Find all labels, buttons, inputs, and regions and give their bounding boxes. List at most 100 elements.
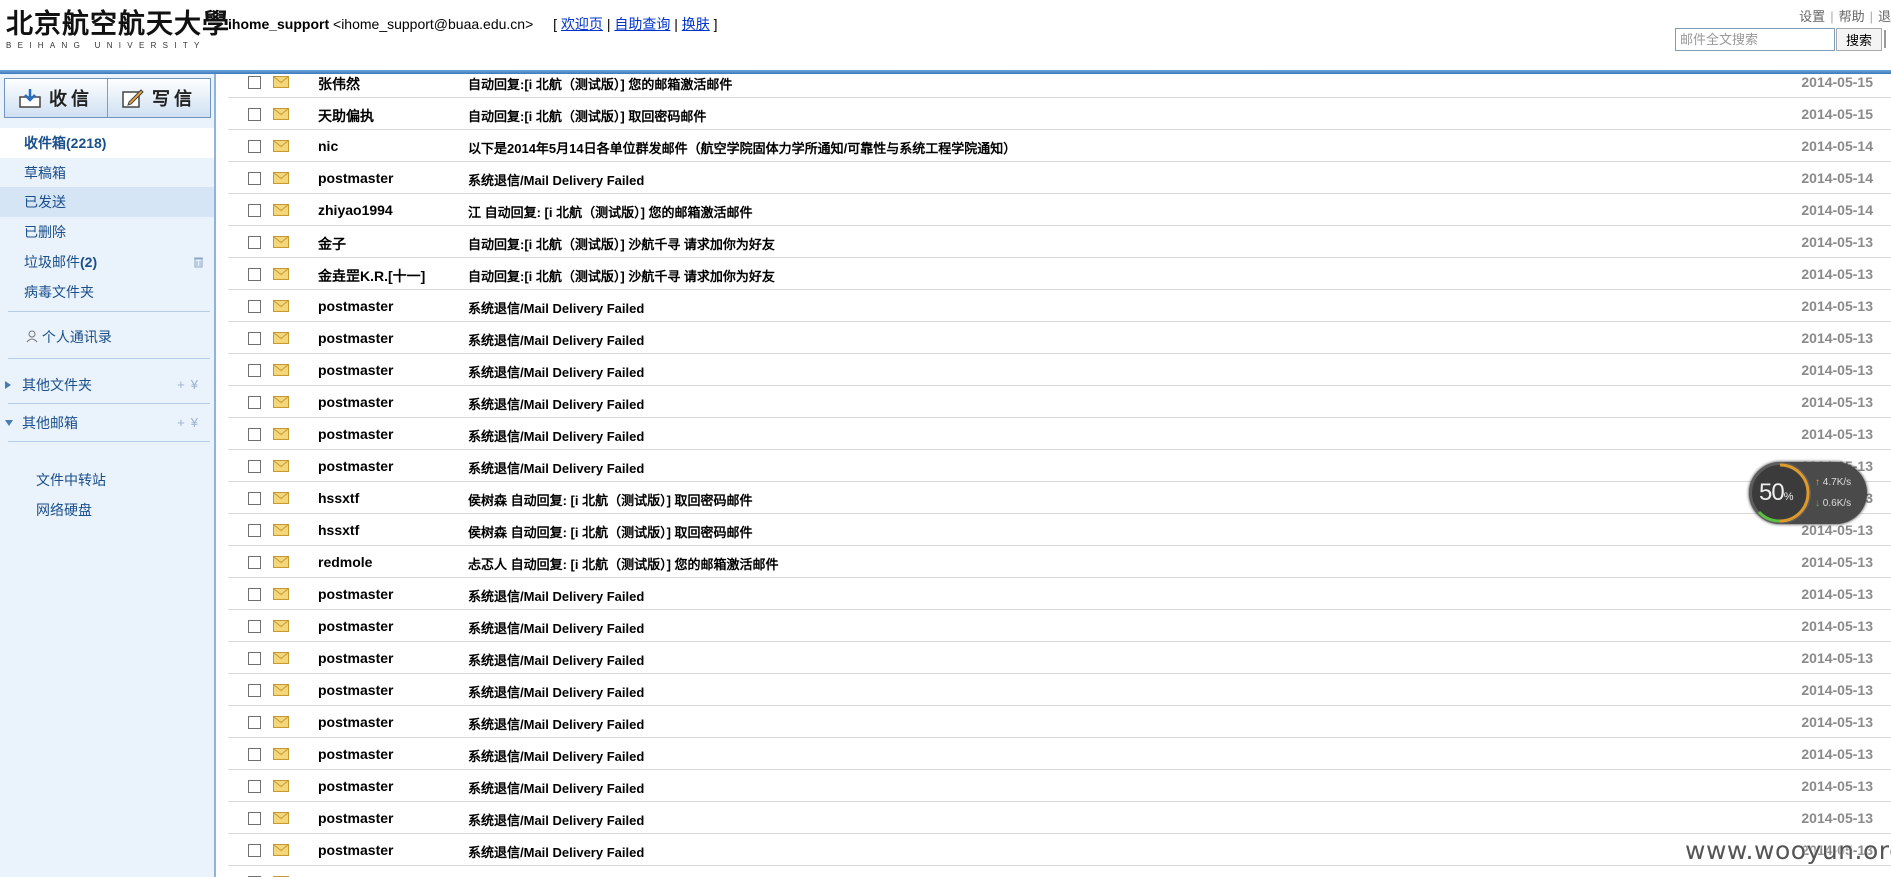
mail-row[interactable]: hssxtf侯树森 自动回复: [i 北航（测试版）] 取回密码邮件2014-0… xyxy=(228,482,1891,514)
mail-checkbox[interactable] xyxy=(248,332,261,345)
mail-sender[interactable]: zhiyao1994 xyxy=(318,202,393,218)
mail-subject[interactable]: 系统退信/Mail Delivery Failed xyxy=(468,362,644,381)
mail-row[interactable]: postmaster系统退信/Mail Delivery Failed2014-… xyxy=(228,418,1891,450)
mail-row[interactable]: postmaster系统退信/Mail Delivery Failed2014-… xyxy=(228,386,1891,418)
mail-checkbox[interactable] xyxy=(248,428,261,441)
welcome-link[interactable]: 欢迎页 xyxy=(561,16,603,32)
mail-checkbox[interactable] xyxy=(248,396,261,409)
mail-row[interactable]: postmaster系统退信/Mail Delivery Failed2014-… xyxy=(228,290,1891,322)
mail-subject[interactable]: 自动回复:[i 北航（测试版）] 取回密码邮件 xyxy=(468,106,706,125)
mail-checkbox[interactable] xyxy=(248,492,261,505)
mail-row[interactable]: postmaster系统退信/Mail Delivery Failed2014-… xyxy=(228,834,1891,866)
mail-checkbox[interactable] xyxy=(248,300,261,313)
mail-subject[interactable]: 系统退信/Mail Delivery Failed xyxy=(468,426,644,445)
mail-checkbox[interactable] xyxy=(248,716,261,729)
mailbox-options-icon[interactable]: ¥ xyxy=(191,415,204,430)
mail-sender[interactable]: nic xyxy=(318,138,338,154)
mail-row[interactable]: hssxtf侯树森 自动回复: [i 北航（测试版）] 取回密码邮件2014-0… xyxy=(228,514,1891,546)
mail-subject[interactable]: 系统退信/Mail Delivery Failed xyxy=(468,650,644,669)
mail-sender[interactable]: 金垚罡K.R.[十一] xyxy=(318,266,425,286)
expand-right-icon[interactable] xyxy=(5,381,11,389)
mail-sender[interactable]: postmaster xyxy=(318,426,393,442)
add-folder-icon[interactable]: + xyxy=(177,377,191,392)
search-button[interactable]: 搜索 xyxy=(1836,28,1882,51)
mail-sender[interactable]: postmaster xyxy=(318,778,393,794)
mail-row[interactable]: postmaster系统退信/Mail Delivery Failed2014-… xyxy=(228,802,1891,834)
mail-subject[interactable]: 自动回复:[i 北航（测试版）] 沙航千寻 请求加你为好友 xyxy=(468,266,775,285)
mail-row[interactable]: postmaster系统退信/Mail Delivery Failed2014-… xyxy=(228,450,1891,482)
network-speed-widget[interactable]: 50% ↑ 4.7K/s ↓ 0.6K/s xyxy=(1749,462,1867,524)
mail-row[interactable]: Chen12#88自动回复:[i 北航（测试版）] 取回密码邮件2014-05-… xyxy=(228,866,1891,877)
mail-row[interactable]: 金垚罡K.R.[十一] 自动回复:[i 北航（测试版）] 沙航千寻 请求加你为好友… xyxy=(228,258,1891,290)
mail-row[interactable]: redmole 忐忑人 自动回复: [i 北航（测试版）] 您的邮箱激活邮件 201… xyxy=(228,546,1891,578)
folder-options-icon[interactable]: ¥ xyxy=(191,377,204,392)
mail-checkbox[interactable] xyxy=(248,108,261,121)
mail-sender[interactable]: postmaster xyxy=(318,330,393,346)
mail-checkbox[interactable] xyxy=(248,620,261,633)
mail-row[interactable]: nic 以下是2014年5月14日各单位群发邮件（航空学院固体力学所通知/可靠性与… xyxy=(228,130,1891,162)
mail-checkbox[interactable] xyxy=(248,364,261,377)
personal-contacts-link[interactable]: 个人通讯录 xyxy=(26,327,112,347)
mail-checkbox[interactable] xyxy=(248,812,261,825)
mail-subject[interactable]: 系统退信/Mail Delivery Failed xyxy=(468,330,644,349)
folder-sent[interactable]: 已发送 xyxy=(0,187,214,217)
self-service-link[interactable]: 自助查询 xyxy=(614,16,670,32)
help-link[interactable]: 帮助 xyxy=(1839,9,1865,24)
mail-checkbox[interactable] xyxy=(248,748,261,761)
mail-checkbox[interactable] xyxy=(248,140,261,153)
other-mailboxes-label[interactable]: 其他邮箱 xyxy=(22,415,78,431)
folder-virus[interactable]: 病毒文件夹 xyxy=(0,277,214,307)
search-input[interactable] xyxy=(1675,28,1835,51)
net-disk-link[interactable]: 网络硬盘 xyxy=(36,500,92,520)
file-transfer-link[interactable]: 文件中转站 xyxy=(36,470,106,490)
folder-inbox[interactable]: 收件箱(2218) xyxy=(0,128,214,158)
folder-drafts[interactable]: 草稿箱 xyxy=(0,158,214,188)
mail-row[interactable]: zhiyao1994 江 自动回复: [i 北航（测试版）] 您的邮箱激活邮件 20… xyxy=(228,194,1891,226)
mail-checkbox[interactable] xyxy=(248,588,261,601)
mail-row[interactable]: 张伟然 自动回复:[i 北航（测试版）] 您的邮箱激活邮件 2014-05-15 xyxy=(228,66,1891,98)
mail-subject[interactable]: 系统退信/Mail Delivery Failed xyxy=(468,586,644,605)
logout-link[interactable]: 退 xyxy=(1878,9,1891,24)
mail-subject[interactable]: 系统退信/Mail Delivery Failed xyxy=(468,810,644,829)
mail-row[interactable]: 天助偏执 自动回复:[i 北航（测试版）] 取回密码邮件 2014-05-15 xyxy=(228,98,1891,130)
mail-sender[interactable]: postmaster xyxy=(318,458,393,474)
mail-sender[interactable]: postmaster xyxy=(318,618,393,634)
mail-checkbox[interactable] xyxy=(248,236,261,249)
mail-subject[interactable]: 系统退信/Mail Delivery Failed xyxy=(468,618,644,637)
mail-checkbox[interactable] xyxy=(248,268,261,281)
mail-sender[interactable]: 天助偏执 xyxy=(318,106,374,126)
mail-checkbox[interactable] xyxy=(248,460,261,473)
other-folders-label[interactable]: 其他文件夹 xyxy=(22,377,92,393)
mail-subject[interactable]: 侯树森 自动回复: [i 北航（测试版）] 取回密码邮件 xyxy=(468,522,753,541)
mail-sender[interactable]: postmaster xyxy=(318,298,393,314)
mail-row[interactable]: postmaster系统退信/Mail Delivery Failed2014-… xyxy=(228,610,1891,642)
mail-row[interactable]: postmaster系统退信/Mail Delivery Failed2014-… xyxy=(228,738,1891,770)
mail-sender[interactable]: postmaster xyxy=(318,362,393,378)
mail-sender[interactable]: redmole xyxy=(318,554,372,570)
mail-subject[interactable]: 系统退信/Mail Delivery Failed xyxy=(468,778,644,797)
mail-row[interactable]: postmaster系统退信/Mail Delivery Failed2014-… xyxy=(228,674,1891,706)
mail-row[interactable]: postmaster系统退信/Mail Delivery Failed2014-… xyxy=(228,162,1891,194)
mail-sender[interactable]: 张伟然 xyxy=(318,74,360,94)
compose-button[interactable]: 写信 xyxy=(107,79,210,117)
mail-row[interactable]: postmaster系统退信/Mail Delivery Failed2014-… xyxy=(228,322,1891,354)
mail-row[interactable]: postmaster系统退信/Mail Delivery Failed2014-… xyxy=(228,578,1891,610)
mail-subject[interactable]: 系统退信/Mail Delivery Failed xyxy=(468,458,644,477)
mail-checkbox[interactable] xyxy=(248,652,261,665)
change-skin-link[interactable]: 换肤 xyxy=(682,16,710,32)
mail-checkbox[interactable] xyxy=(248,684,261,697)
mail-row[interactable]: postmaster系统退信/Mail Delivery Failed2014-… xyxy=(228,706,1891,738)
settings-link[interactable]: 设置 xyxy=(1799,9,1825,24)
collapse-down-icon[interactable] xyxy=(5,420,13,426)
mail-subject[interactable]: 系统退信/Mail Delivery Failed xyxy=(468,298,644,317)
mail-checkbox[interactable] xyxy=(248,844,261,857)
mail-sender[interactable]: hssxtf xyxy=(318,490,359,506)
mail-row[interactable]: postmaster系统退信/Mail Delivery Failed2014-… xyxy=(228,354,1891,386)
mail-sender[interactable]: postmaster xyxy=(318,810,393,826)
mail-subject[interactable]: 系统退信/Mail Delivery Failed xyxy=(468,170,644,189)
mail-subject[interactable]: 系统退信/Mail Delivery Failed xyxy=(468,842,644,861)
mail-sender[interactable]: postmaster xyxy=(318,650,393,666)
mail-sender[interactable]: postmaster xyxy=(318,842,393,858)
mail-subject[interactable]: 系统退信/Mail Delivery Failed xyxy=(468,714,644,733)
mail-checkbox[interactable] xyxy=(248,172,261,185)
